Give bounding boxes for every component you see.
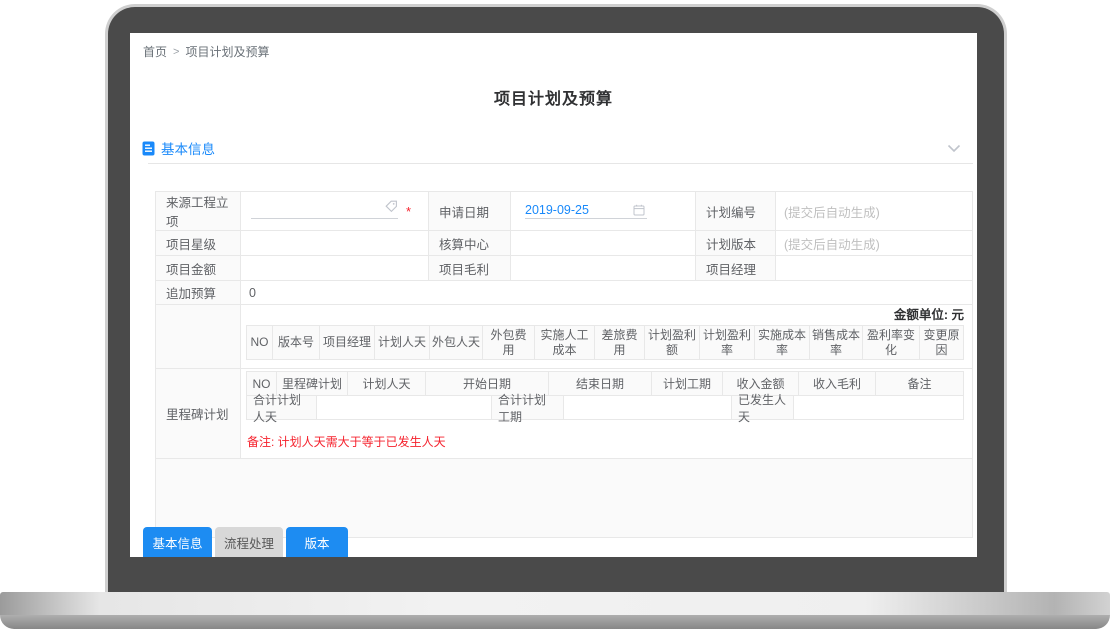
occurred-days-label: 已发生人天 (732, 396, 794, 419)
plan-no-value: (提交后自动生成) (776, 192, 973, 231)
milestone-col-remark: 备注 (876, 372, 963, 395)
laptop-base-bottom (0, 615, 1110, 629)
total-plan-days-input[interactable] (317, 396, 492, 419)
milestone-col-gross: 收入毛利 (799, 372, 876, 395)
plan-version-placeholder: (提交后自动生成) (784, 234, 880, 253)
version-col-impl-labor-cost: 实施人工成本 (535, 326, 595, 359)
project-amount-label: 项目金额 (156, 256, 241, 281)
total-plan-days-label: 合计计划人天 (247, 396, 317, 419)
breadcrumb-separator: > (173, 46, 179, 58)
project-star-value (241, 231, 429, 256)
required-marker: * (406, 204, 411, 219)
version-col-outsource-cost: 外包费用 (483, 326, 535, 359)
app-screen: 首页 > 项目计划及预算 项目计划及预算 基本信息 来源工程立项 (130, 33, 977, 557)
extra-budget-value: 0 (241, 281, 973, 305)
version-col-sales-cost-rate: 销售成本率 (810, 326, 863, 359)
milestone-col-end-date: 结束日期 (549, 372, 652, 395)
project-manager-label: 项目经理 (696, 256, 776, 281)
project-amount-value (241, 256, 429, 281)
project-gross-value (511, 256, 696, 281)
milestone-row-label: 里程碑计划 (156, 369, 241, 459)
accounting-center-label: 核算中心 (429, 231, 511, 256)
version-table-cell: 金额单位: 元 NO 版本号 项目经理 计划人天 外包人天 外包费用 实施人工成… (241, 305, 973, 369)
version-col-profit-rate: 计划盈利率 (700, 326, 755, 359)
plan-version-label: 计划版本 (696, 231, 776, 256)
total-duration-input[interactable] (564, 396, 732, 419)
source-project-input[interactable]: * (251, 202, 398, 219)
document-icon (142, 141, 155, 156)
apply-date-cell: 2019-09-25 (511, 192, 696, 231)
basic-info-form: 来源工程立项 * 申请日期 2019-09-25 计划编号 (155, 191, 973, 538)
tab-workflow[interactable]: 流程处理 (215, 527, 283, 557)
milestone-note: 备注: 计划人天需大于等于已发生人天 (246, 433, 964, 450)
version-col-profit-change: 盈利率变化 (863, 326, 920, 359)
version-table-row-label (156, 305, 241, 369)
apply-date-label: 申请日期 (429, 192, 511, 231)
bottom-tabs: 基本信息 流程处理 版本 (143, 527, 348, 557)
milestone-summary-row: 合计计划人天 合计计划工期 已发生人天 (247, 395, 963, 419)
page-stage: 首页 > 项目计划及预算 项目计划及预算 基本信息 来源工程立项 (0, 0, 1110, 629)
version-col-travel-cost: 差旅费用 (595, 326, 645, 359)
laptop-base (0, 592, 1110, 615)
section-header-basic-info[interactable]: 基本信息 (142, 137, 967, 159)
source-project-field[interactable]: * (241, 192, 429, 231)
milestone-table-header: NO 里程碑计划 计划人天 开始日期 结束日期 计划工期 收入金额 收入毛利 备… (247, 372, 963, 395)
project-star-label: 项目星级 (156, 231, 241, 256)
accounting-center-value (511, 231, 696, 256)
occurred-days-input[interactable] (794, 396, 963, 419)
version-col-outsource-days: 外包人天 (430, 326, 483, 359)
version-table: NO 版本号 项目经理 计划人天 外包人天 外包费用 实施人工成本 差旅费用 计… (246, 325, 964, 360)
version-col-no: NO (247, 326, 273, 359)
tag-icon[interactable] (385, 200, 398, 216)
breadcrumb-current: 项目计划及预算 (185, 43, 269, 60)
source-project-label: 来源工程立项 (156, 192, 241, 231)
breadcrumb-home[interactable]: 首页 (143, 43, 167, 60)
apply-date-input[interactable]: 2019-09-25 (525, 202, 647, 219)
milestone-col-duration: 计划工期 (652, 372, 723, 395)
milestone-col-plan-days: 计划人天 (348, 372, 426, 395)
chevron-down-icon[interactable] (947, 144, 961, 153)
amount-unit-note: 金额单位: 元 (246, 307, 964, 323)
project-manager-value (776, 256, 973, 281)
version-col-impl-cost-rate: 实施成本率 (755, 326, 810, 359)
milestone-table: NO 里程碑计划 计划人天 开始日期 结束日期 计划工期 收入金额 收入毛利 备… (246, 371, 964, 420)
tab-basic-info[interactable]: 基本信息 (143, 527, 212, 557)
apply-date-value: 2019-09-25 (525, 203, 589, 217)
milestone-cell: NO 里程碑计划 计划人天 开始日期 结束日期 计划工期 收入金额 收入毛利 备… (241, 369, 973, 459)
breadcrumb: 首页 > 项目计划及预算 (143, 43, 269, 60)
plan-no-label: 计划编号 (696, 192, 776, 231)
version-col-manager: 项目经理 (320, 326, 375, 359)
plan-no-placeholder: (提交后自动生成) (784, 202, 880, 221)
calendar-icon[interactable] (633, 204, 645, 216)
version-col-change-reason: 变更原因 (920, 326, 963, 359)
plan-version-value: (提交后自动生成) (776, 231, 973, 256)
section-title: 基本信息 (161, 138, 215, 158)
page-title: 项目计划及预算 (130, 85, 977, 109)
tab-version[interactable]: 版本 (286, 527, 348, 557)
extra-budget-label: 追加预算 (156, 281, 241, 305)
total-duration-label: 合计计划工期 (492, 396, 564, 419)
version-col-version: 版本号 (273, 326, 320, 359)
section-divider (148, 163, 973, 164)
version-col-plan-days: 计划人天 (375, 326, 430, 359)
version-col-profit-amount: 计划盈利额 (645, 326, 700, 359)
project-gross-label: 项目毛利 (429, 256, 511, 281)
